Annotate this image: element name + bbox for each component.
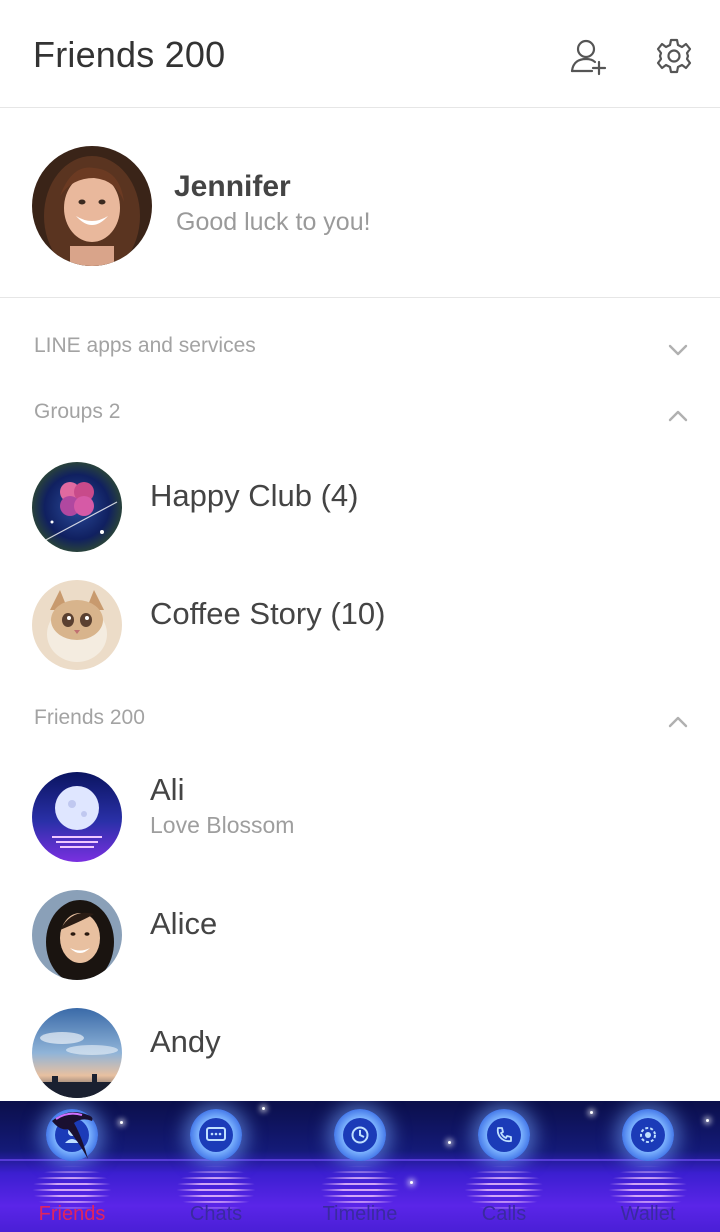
wallet-gear-icon (631, 1118, 665, 1152)
avatar (32, 462, 122, 552)
section-label: Groups 2 (34, 400, 121, 423)
tab-wallet[interactable]: Wallet (576, 1101, 720, 1232)
chat-bubble-icon (199, 1118, 233, 1152)
section-services[interactable]: LINE apps and services (0, 320, 720, 380)
friend-name: Ali (150, 772, 185, 807)
avatar (32, 1008, 122, 1098)
friend-row-alice[interactable]: Alice (0, 876, 720, 994)
friend-row-ali[interactable]: Ali Love Blossom (0, 758, 720, 876)
settings-button[interactable] (652, 34, 696, 78)
gear-icon (656, 38, 692, 74)
tab-label: Chats (189, 1203, 243, 1225)
group-name: Coffee Story (10) (150, 596, 386, 631)
tab-calls[interactable]: Calls (432, 1101, 576, 1232)
friend-name: Andy (150, 1024, 221, 1059)
section-groups[interactable]: Groups 2 (0, 386, 720, 446)
clock-icon (343, 1118, 377, 1152)
group-row-happy-club[interactable]: Happy Club (4) (0, 448, 720, 566)
avatar (32, 580, 122, 670)
dolphin-icon (52, 1112, 93, 1159)
chevron-up-icon (668, 716, 688, 728)
tab-label: Friends (38, 1203, 106, 1225)
friend-status: Love Blossom (150, 812, 295, 838)
tab-timeline[interactable]: Timeline (288, 1101, 432, 1232)
bottom-tab-bar: Friends Chats Timeline Calls Wallet (0, 1101, 720, 1232)
add-friend-button[interactable] (566, 34, 610, 78)
tab-chats[interactable]: Chats (144, 1101, 288, 1232)
tab-label: Timeline (322, 1203, 398, 1225)
profile-status: Good luck to you! (176, 208, 371, 236)
group-name: Happy Club (4) (150, 478, 359, 513)
avatar (32, 890, 122, 980)
avatar (32, 772, 122, 862)
friend-name: Alice (150, 906, 218, 941)
header: Friends 200 (0, 0, 720, 108)
profile-name: Jennifer (174, 170, 291, 203)
section-friends[interactable]: Friends 200 (0, 692, 720, 752)
friend-row-andy[interactable]: Andy (0, 994, 720, 1112)
section-label: Friends 200 (34, 706, 145, 729)
my-profile[interactable]: Jennifer Good luck to you! (0, 108, 720, 298)
phone-icon (487, 1118, 521, 1152)
avatar[interactable] (32, 146, 152, 266)
group-row-coffee-story[interactable]: Coffee Story (10) (0, 566, 720, 684)
add-friend-icon (570, 39, 607, 76)
tab-label: Wallet (620, 1203, 676, 1225)
page-title: Friends 200 (33, 34, 226, 75)
section-label: LINE apps and services (34, 334, 256, 357)
chevron-down-icon (668, 344, 688, 356)
tab-label: Calls (481, 1203, 527, 1225)
tab-friends[interactable]: Friends (0, 1101, 144, 1232)
chevron-up-icon (668, 410, 688, 422)
